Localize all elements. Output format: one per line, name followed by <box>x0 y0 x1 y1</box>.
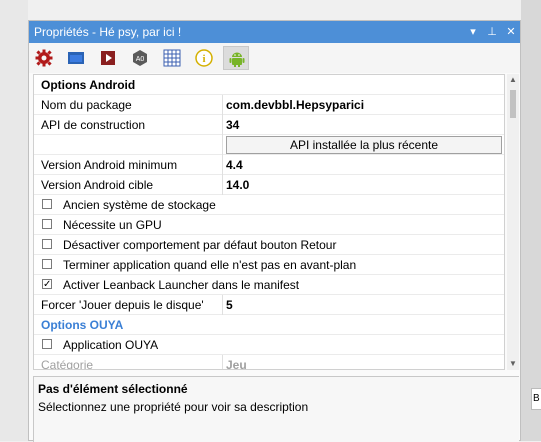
column-divider <box>222 155 223 175</box>
checkbox-label: Ancien système de stockage <box>63 198 216 212</box>
property-legacy-storage[interactable]: Ancien système de stockage <box>34 195 504 215</box>
column-divider <box>222 355 223 369</box>
right-docked-area: B <box>521 0 541 441</box>
play-icon[interactable] <box>95 46 121 70</box>
property-min-version[interactable]: Version Android minimum 4.4 <box>34 155 504 175</box>
scroll-down-arrow-icon[interactable]: ▼ <box>507 358 519 370</box>
description-title: Pas d'élément sélectionné <box>38 382 188 396</box>
property-label: Catégorie <box>41 358 94 370</box>
leanback-checkbox[interactable]: ✓ <box>42 279 52 290</box>
property-label: Forcer 'Jouer depuis le disque' <box>41 298 204 312</box>
checkbox-label: Terminer application quand elle n'est pa… <box>63 258 357 272</box>
info-icon[interactable]: i <box>191 46 217 70</box>
checkbox-label: Nécessite un GPU <box>63 218 162 232</box>
scroll-thumb[interactable] <box>510 90 516 118</box>
property-value[interactable]: 5 <box>226 298 233 312</box>
ao-icon[interactable]: A0 <box>127 46 153 70</box>
property-terminate-background[interactable]: Terminer application quand elle n'est pa… <box>34 255 504 275</box>
gear-icon[interactable] <box>31 46 57 70</box>
scroll-up-arrow-icon[interactable]: ▲ <box>507 74 519 86</box>
property-target-version[interactable]: Version Android cible 14.0 <box>34 175 504 195</box>
section-ouya-options[interactable]: Options OUYA <box>34 315 504 335</box>
close-button[interactable]: ✕ <box>503 24 519 40</box>
column-divider <box>222 295 223 315</box>
column-divider <box>222 175 223 195</box>
left-docked-area <box>0 0 28 441</box>
property-value[interactable]: 14.0 <box>226 178 249 192</box>
property-grid: Options Android Nom du package com.devbb… <box>33 74 505 370</box>
dropdown-button[interactable]: ▾ <box>465 24 481 40</box>
property-build-api[interactable]: API de construction 34 <box>34 115 504 135</box>
requires-gpu-checkbox[interactable] <box>42 219 52 229</box>
side-panel-tab[interactable]: B <box>531 388 541 410</box>
window-icon[interactable] <box>63 46 89 70</box>
property-requires-gpu[interactable]: Nécessite un GPU <box>34 215 504 235</box>
svg-text:i: i <box>202 53 205 65</box>
property-package-name[interactable]: Nom du package com.devbbl.Hepsyparici <box>34 95 504 115</box>
disable-back-checkbox[interactable] <box>42 239 52 249</box>
svg-text:A0: A0 <box>136 56 145 63</box>
property-category[interactable]: Catégorie Jeu <box>34 355 504 370</box>
section-android-options[interactable]: Options Android <box>34 75 504 95</box>
panel-title: Propriétés - Hé psy, par ici ! <box>34 25 182 39</box>
property-leanback[interactable]: ✓ Activer Leanback Launcher dans le mani… <box>34 275 504 295</box>
property-value[interactable]: 4.4 <box>226 158 243 172</box>
legacy-storage-checkbox[interactable] <box>42 199 52 209</box>
api-button-row: API installée la plus récente <box>34 135 504 155</box>
column-divider <box>222 95 223 115</box>
property-toolbar: A0 i <box>29 43 520 73</box>
description-panel: Pas d'élément sélectionné Sélectionnez u… <box>33 376 519 442</box>
checkbox-label: Activer Leanback Launcher dans le manife… <box>63 278 300 292</box>
property-value[interactable]: 34 <box>226 118 239 132</box>
terminate-background-checkbox[interactable] <box>42 259 52 269</box>
property-label: Version Android minimum <box>41 158 178 172</box>
latest-api-button[interactable]: API installée la plus récente <box>226 136 502 154</box>
panel-titlebar: Propriétés - Hé psy, par ici ! ▾ ⊥ ✕ <box>29 21 520 43</box>
description-text: Sélectionnez une propriété pour voir sa … <box>38 400 309 414</box>
property-label: API de construction <box>41 118 146 132</box>
column-divider <box>222 115 223 135</box>
checkbox-label: Application OUYA <box>63 338 159 352</box>
property-value[interactable]: Jeu <box>226 358 247 369</box>
vertical-scrollbar[interactable]: ▲ ▼ <box>507 74 519 370</box>
ouya-app-checkbox[interactable] <box>42 339 52 349</box>
property-disable-back[interactable]: Désactiver comportement par défaut bouto… <box>34 235 504 255</box>
checkbox-label: Désactiver comportement par défaut bouto… <box>63 238 337 252</box>
android-icon[interactable] <box>223 46 249 70</box>
column-divider <box>222 135 223 155</box>
property-ouya-app[interactable]: Application OUYA <box>34 335 504 355</box>
property-label: Nom du package <box>41 98 132 112</box>
grid-icon[interactable] <box>159 46 185 70</box>
property-play-from-disk[interactable]: Forcer 'Jouer depuis le disque' 5 <box>34 295 504 315</box>
section-title: Options OUYA <box>41 318 124 332</box>
section-title: Options Android <box>41 78 136 92</box>
property-value[interactable]: com.devbbl.Hepsyparici <box>226 98 364 112</box>
property-label: Version Android cible <box>41 178 154 192</box>
properties-panel: Propriétés - Hé psy, par ici ! ▾ ⊥ ✕ A0 … <box>28 20 521 442</box>
pin-button[interactable]: ⊥ <box>484 24 500 40</box>
